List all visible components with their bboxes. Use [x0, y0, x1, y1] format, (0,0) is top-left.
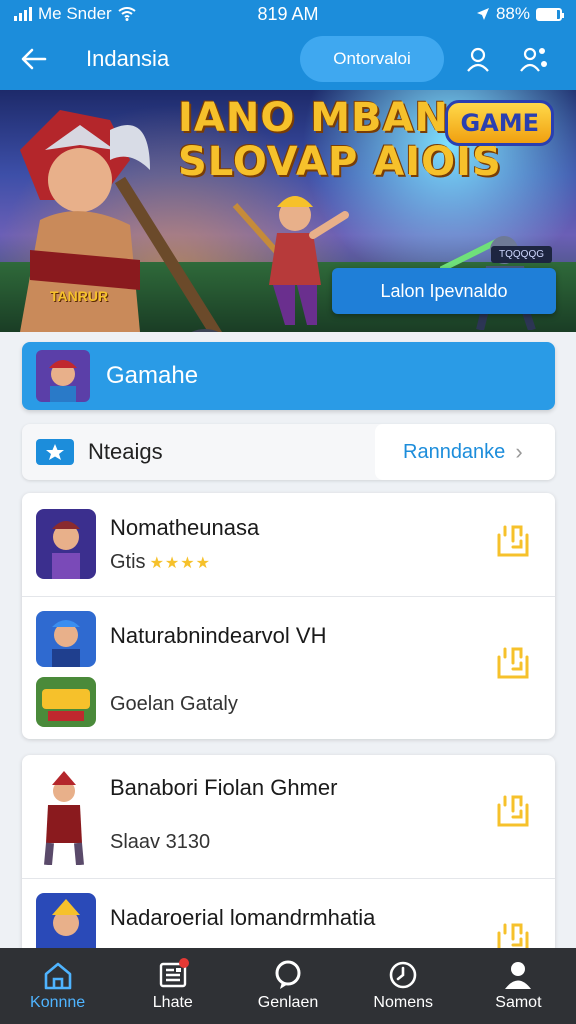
rankings-link-label: Ranndanke — [403, 440, 506, 463]
chat-icon — [275, 960, 301, 989]
nav-label: Nomens — [373, 994, 433, 1011]
game-badge: GAME — [445, 100, 554, 146]
game-thumbnail — [36, 611, 96, 667]
controller-icon[interactable] — [493, 791, 533, 831]
banner-logo: TANRUR — [50, 288, 109, 304]
category-label: Gamahe — [106, 362, 199, 389]
status-left: Me Snder — [14, 4, 214, 24]
location-arrow-icon — [476, 8, 489, 20]
controller-icon[interactable] — [493, 521, 533, 561]
nav-label: Samot — [495, 994, 542, 1011]
banner-corner-tag: TQQQQG — [491, 246, 552, 263]
list-item[interactable]: Nadaroerial lomandrmhatia — [22, 879, 555, 955]
category-thumbnail — [36, 350, 90, 402]
game-thumbnail — [34, 769, 94, 865]
status-right: 88% — [362, 4, 564, 24]
nav-profile[interactable]: Samot — [461, 948, 576, 1024]
arrow-left-icon — [21, 48, 47, 70]
people-button[interactable] — [512, 37, 556, 81]
game-subtitle: Gtis ★★★★ — [110, 551, 211, 574]
nav-label: Lhate — [152, 994, 193, 1011]
list-item[interactable]: Banabori Fiolan Ghmer Slaav 3130 — [22, 755, 555, 879]
controller-icon[interactable] — [493, 643, 533, 683]
profile-icon — [505, 962, 532, 989]
nav-home[interactable]: Konnne — [0, 948, 115, 1024]
star-icon — [36, 439, 74, 465]
rankings-link[interactable]: Ranndanke › — [375, 424, 555, 480]
battery-icon — [536, 7, 564, 21]
game-thumbnail — [36, 893, 96, 955]
list-item[interactable]: Naturabnindearvol VH Goelan Gataly — [22, 597, 555, 739]
rankings-label: Nteaigs — [88, 439, 163, 464]
nav-moments[interactable]: Nomens — [346, 948, 461, 1024]
banner-cta-button[interactable]: Lalon Ipevnaldo — [332, 268, 556, 314]
nav-label: Genlaen — [257, 994, 319, 1011]
header-pill-button[interactable]: Ontorvaloi — [300, 36, 444, 82]
page-title: Indansia — [86, 46, 170, 71]
app-bar: Indansia Ontorvaloi — [0, 28, 576, 90]
home-icon — [44, 962, 71, 990]
nav-chat[interactable]: Genlaen — [230, 948, 345, 1024]
game-title: Banabori Fiolan Ghmer — [110, 775, 338, 800]
people-icon — [520, 47, 547, 72]
nav-label: Konnne — [30, 994, 86, 1011]
star-rating: ★★★★ — [149, 554, 211, 572]
rankings-row: Nteaigs Ranndanke › — [22, 424, 555, 480]
game-rating-label: Gtis — [110, 551, 146, 573]
chevron-right-icon: › — [515, 439, 523, 464]
clock: 819 AM — [257, 3, 319, 24]
list-item[interactable]: Nomatheunasa Gtis ★★★★ — [22, 493, 555, 597]
battery-percent: 88% — [495, 4, 530, 23]
status-bar: Me Snder 819 AM 88% — [0, 0, 576, 28]
user-icon — [467, 47, 489, 72]
game-thumbnail — [36, 509, 96, 579]
bottom-nav: Konnne Lhate Genlaen Nomens Samot — [0, 948, 576, 1024]
nav-news[interactable]: Lhate — [115, 948, 230, 1024]
wifi-icon — [118, 7, 136, 21]
game-title: Nomatheunasa — [110, 515, 260, 540]
game-title: Nadaroerial lomandrmhatia — [110, 905, 376, 930]
banner-title-line2: SLOVAP AIOIS — [178, 139, 502, 185]
game-list-card: Banabori Fiolan Ghmer Slaav 3130 Nadaroe… — [22, 755, 555, 955]
category-card[interactable]: Gamahe — [22, 342, 555, 410]
carrier-label: Me Snder — [38, 4, 112, 23]
game-thumbnail — [36, 677, 96, 727]
signal-icon — [14, 7, 32, 21]
game-subtitle: Goelan Gataly — [110, 693, 238, 715]
game-list-card: Nomatheunasa Gtis ★★★★ Naturabnindearvol… — [22, 493, 555, 739]
game-title: Naturabnindearvol VH — [110, 623, 327, 648]
user-button[interactable] — [456, 37, 500, 81]
game-subtitle: Slaav 3130 — [110, 831, 211, 853]
clock-icon — [389, 961, 417, 989]
back-button[interactable] — [14, 39, 54, 79]
